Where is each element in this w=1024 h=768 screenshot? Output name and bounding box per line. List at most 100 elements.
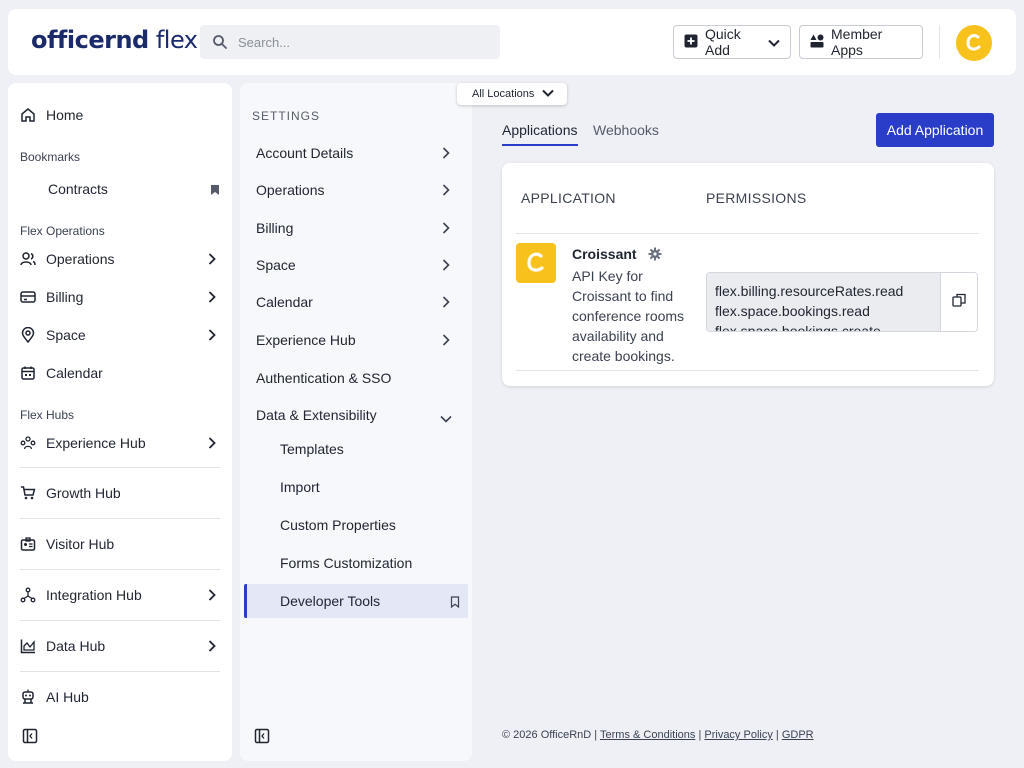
- calendar-icon: [20, 365, 36, 381]
- column-header-application: APPLICATION: [521, 190, 616, 206]
- settings-item-label: Authentication & SSO: [256, 370, 392, 386]
- settings-item-data-extensibility[interactable]: Data & Extensibility: [256, 403, 452, 427]
- table-divider: [516, 370, 979, 371]
- users-icon: [20, 251, 36, 267]
- settings-item-authentication-sso[interactable]: Authentication & SSO: [256, 366, 452, 390]
- croissant-app-logo: [516, 243, 556, 283]
- network-icon: [20, 587, 36, 603]
- chevron-down-icon: [440, 410, 452, 426]
- chevron-right-icon: [208, 588, 216, 604]
- bookmark-outline-icon[interactable]: [450, 595, 460, 611]
- search-box[interactable]: [200, 25, 500, 59]
- chevron-right-icon: [208, 639, 216, 655]
- plus-square-icon: [684, 34, 698, 51]
- sidebar-item-label: AI Hub: [46, 689, 89, 705]
- applications-card: APPLICATION PERMISSIONS Croissant API Ke…: [502, 163, 994, 386]
- sidebar-item-label: Data Hub: [46, 638, 106, 654]
- settings-subitem-custom-properties[interactable]: Custom Properties: [280, 513, 460, 537]
- tab-applications[interactable]: Applications: [502, 122, 578, 146]
- settings-subitem-import[interactable]: Import: [280, 475, 460, 499]
- tab-webhooks[interactable]: Webhooks: [593, 122, 659, 144]
- settings-subitem-label: Developer Tools: [280, 593, 381, 609]
- permissions-list: flex.billing.resourceRates.read flex.spa…: [707, 273, 940, 331]
- sidebar-item-ai-hub[interactable]: AI Hub: [20, 684, 220, 710]
- settings-item-space[interactable]: Space: [256, 253, 452, 277]
- settings-panel: SETTINGS Account Details Operations Bill…: [240, 83, 472, 761]
- settings-subitem-developer-tools[interactable]: Developer Tools: [280, 589, 460, 613]
- sidebar-item-billing[interactable]: Billing: [20, 284, 220, 310]
- settings-item-account-details[interactable]: Account Details: [256, 141, 452, 165]
- settings-item-calendar[interactable]: Calendar: [256, 290, 452, 314]
- sidebar-item-contracts[interactable]: Contracts: [48, 176, 220, 202]
- sidebar-item-space[interactable]: Space: [20, 322, 220, 348]
- settings-subitem-label: Custom Properties: [280, 517, 396, 533]
- permissions-box: flex.billing.resourceRates.read flex.spa…: [706, 272, 978, 332]
- privacy-policy-link[interactable]: Privacy Policy: [704, 729, 772, 741]
- footer-separator: |: [698, 729, 702, 741]
- copy-permissions-button[interactable]: [940, 273, 977, 331]
- footer-separator: |: [594, 729, 598, 741]
- home-icon: [20, 107, 36, 123]
- sidebar-item-visitor-hub[interactable]: Visitor Hub: [20, 531, 220, 557]
- cart-icon: [20, 485, 36, 501]
- chevron-down-icon: [542, 88, 555, 100]
- community-icon: [20, 435, 36, 451]
- sidebar-item-label: Contracts: [48, 181, 108, 197]
- search-input[interactable]: [238, 34, 478, 50]
- sidebar-item-integration-hub[interactable]: Integration Hub: [20, 582, 220, 608]
- logo-bold-text: officernd: [31, 26, 149, 54]
- footer-separator: |: [775, 729, 779, 741]
- settings-item-label: Experience Hub: [256, 332, 356, 348]
- chart-icon: [20, 638, 36, 654]
- footer: © 2026 OfficeRnD | Terms & Conditions | …: [502, 729, 814, 741]
- settings-subitem-forms-customization[interactable]: Forms Customization: [280, 551, 460, 575]
- settings-subitem-label: Forms Customization: [280, 555, 413, 571]
- permission-item: flex.space.bookings.read: [715, 303, 870, 319]
- quick-add-button[interactable]: Quick Add: [673, 25, 791, 59]
- officernd-logo[interactable]: officernd flex: [31, 26, 198, 54]
- column-header-permissions: PERMISSIONS: [706, 190, 807, 206]
- settings-item-label: Operations: [256, 182, 325, 198]
- logo-light-text: flex: [148, 26, 198, 54]
- chevron-right-icon: [442, 221, 450, 237]
- settings-title: SETTINGS: [252, 109, 321, 123]
- add-application-button[interactable]: Add Application: [876, 113, 994, 147]
- location-selector-label: All Locations: [472, 88, 535, 100]
- settings-item-label: Account Details: [256, 145, 354, 161]
- copy-icon: [952, 293, 966, 312]
- sidebar-item-growth-hub[interactable]: Growth Hub: [20, 480, 220, 506]
- sidebar-item-label: Operations: [46, 251, 115, 267]
- top-header: officernd flex Quick Add Member Apps: [8, 9, 1016, 75]
- settings-subitem-templates[interactable]: Templates: [280, 437, 460, 461]
- gdpr-link[interactable]: GDPR: [782, 729, 814, 741]
- app-name[interactable]: Croissant: [572, 246, 637, 262]
- sidebar-item-calendar[interactable]: Calendar: [20, 360, 220, 386]
- settings-item-operations[interactable]: Operations: [256, 178, 452, 202]
- settings-item-billing[interactable]: Billing: [256, 216, 452, 240]
- settings-item-label: Space: [256, 257, 296, 273]
- collapse-sidebar-icon[interactable]: [22, 728, 38, 744]
- bookmark-filled-icon[interactable]: [210, 183, 220, 199]
- member-apps-button[interactable]: Member Apps: [799, 25, 923, 59]
- settings-item-experience-hub[interactable]: Experience Hub: [256, 328, 452, 352]
- bookmarks-section-label: Bookmarks: [20, 150, 81, 164]
- chevron-right-icon: [442, 295, 450, 311]
- chevron-right-icon: [208, 436, 216, 452]
- settings-item-label: Data & Extensibility: [256, 407, 377, 423]
- sidebar-item-operations[interactable]: Operations: [20, 246, 220, 272]
- sidebar-item-label: Billing: [46, 289, 84, 305]
- shapes-icon: [810, 34, 824, 51]
- id-badge-icon: [20, 536, 36, 552]
- sidebar-item-experience-hub[interactable]: Experience Hub: [20, 430, 220, 456]
- collapse-settings-icon[interactable]: [254, 728, 270, 744]
- terms-link[interactable]: Terms & Conditions: [600, 729, 695, 741]
- sidebar-item-home[interactable]: Home: [20, 102, 220, 128]
- location-selector[interactable]: All Locations: [457, 83, 567, 105]
- gear-icon[interactable]: [648, 247, 662, 266]
- sidebar-item-label: Space: [46, 327, 86, 343]
- sidebar-item-data-hub[interactable]: Data Hub: [20, 633, 220, 659]
- sidebar-divider: [20, 518, 220, 519]
- main-sidebar: Home Bookmarks Contracts Flex Operations…: [8, 83, 232, 761]
- avatar[interactable]: [956, 25, 992, 61]
- sidebar-divider: [20, 671, 220, 672]
